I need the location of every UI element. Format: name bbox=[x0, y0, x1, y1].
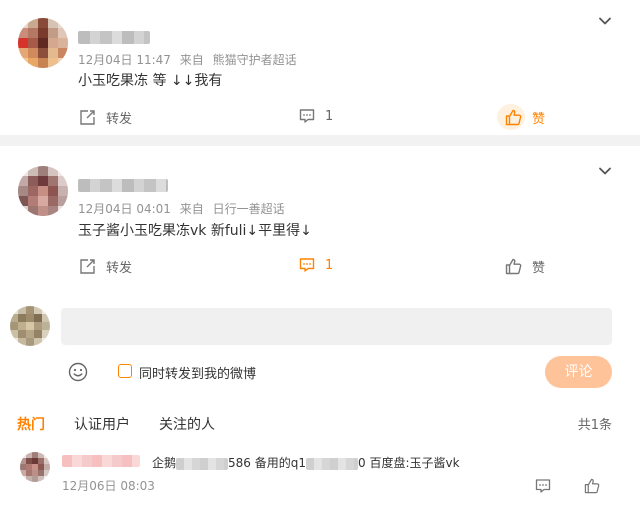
comment-icon[interactable] bbox=[535, 478, 551, 494]
tab-verified-users[interactable]: 认证用户 bbox=[74, 414, 130, 434]
comment-total: 共1条 bbox=[577, 418, 612, 433]
username-blurred[interactable] bbox=[78, 31, 150, 44]
my-avatar[interactable] bbox=[10, 306, 50, 346]
forward-checkbox[interactable] bbox=[118, 364, 132, 378]
forward-checkbox-label[interactable]: 同时转发到我的微博 bbox=[139, 363, 256, 382]
username-blurred[interactable] bbox=[78, 179, 168, 192]
like-icon[interactable] bbox=[584, 478, 600, 494]
repost-button[interactable]: 转发 bbox=[79, 257, 132, 276]
avatar[interactable] bbox=[18, 166, 68, 216]
comment-count: 1 bbox=[325, 108, 334, 124]
reply-text: 企鹅 586 备用的q1 0 百度盘:玉子酱vk bbox=[152, 454, 460, 471]
feed-card-1: 12月04日 11:47 来自 熊猫守护者超话 小玉吃果冻 等 ↓↓我有 转发 … bbox=[0, 0, 640, 135]
post-time[interactable]: 12月04日 11:47 bbox=[78, 53, 171, 67]
comment-icon bbox=[299, 109, 315, 123]
avatar[interactable] bbox=[20, 452, 50, 482]
like-button[interactable]: 赞 bbox=[505, 108, 545, 127]
post-source[interactable]: 日行一善超话 bbox=[213, 202, 285, 216]
comment-icon bbox=[299, 258, 315, 272]
chevron-down-icon[interactable] bbox=[598, 164, 612, 178]
redacted-block bbox=[306, 457, 358, 470]
like-button[interactable]: 赞 bbox=[505, 257, 545, 276]
repost-label: 转发 bbox=[106, 261, 133, 276]
redacted-block bbox=[176, 457, 229, 470]
comment-button[interactable]: 1 bbox=[299, 257, 333, 273]
post-source[interactable]: 熊猫守护者超话 bbox=[213, 53, 297, 67]
avatar[interactable] bbox=[18, 18, 68, 68]
post-meta: 12月04日 04:01 来自 日行一善超话 bbox=[78, 200, 285, 217]
comment-button[interactable]: 1 bbox=[299, 108, 333, 124]
submit-comment-button[interactable]: 评论 bbox=[545, 356, 612, 388]
post-content: 玉子酱小玉吃果冻vk 新fuli↓平里得↓ bbox=[78, 223, 312, 239]
repost-button[interactable]: 转发 bbox=[79, 108, 132, 127]
chevron-down-icon[interactable] bbox=[598, 14, 612, 28]
source-prefix: 来自 bbox=[179, 53, 204, 67]
post-content: 小玉吃果冻 等 ↓↓我有 bbox=[78, 73, 223, 89]
post-time[interactable]: 12月04日 04:01 bbox=[78, 202, 171, 216]
like-icon bbox=[505, 109, 522, 126]
source-prefix: 来自 bbox=[179, 202, 204, 216]
tab-hot[interactable]: 热门 bbox=[17, 414, 45, 434]
emoji-icon[interactable] bbox=[68, 362, 88, 382]
tab-following[interactable]: 关注的人 bbox=[159, 414, 215, 434]
comment-count: 1 bbox=[325, 257, 334, 273]
repost-icon bbox=[80, 110, 95, 125]
reply-time[interactable]: 12月06日 08:03 bbox=[62, 477, 155, 494]
repost-label: 转发 bbox=[106, 112, 133, 127]
reply-text-part-3: 0 百度盘:玉子酱vk bbox=[358, 456, 460, 470]
like-label: 赞 bbox=[532, 112, 546, 127]
comment-input[interactable] bbox=[61, 308, 612, 345]
like-label: 赞 bbox=[532, 261, 546, 276]
reply-username-blurred[interactable] bbox=[62, 455, 140, 467]
repost-icon bbox=[80, 259, 95, 274]
reply-text-part-2: 586 备用的q1 bbox=[228, 456, 306, 470]
post-meta: 12月04日 11:47 来自 熊猫守护者超话 bbox=[78, 51, 297, 68]
feed-card-2: 12月04日 04:01 来自 日行一善超话 玉子酱小玉吃果冻vk 新fuli↓… bbox=[0, 146, 640, 509]
reply-text-part-1: 企鹅 bbox=[152, 456, 177, 470]
like-icon bbox=[505, 258, 522, 275]
